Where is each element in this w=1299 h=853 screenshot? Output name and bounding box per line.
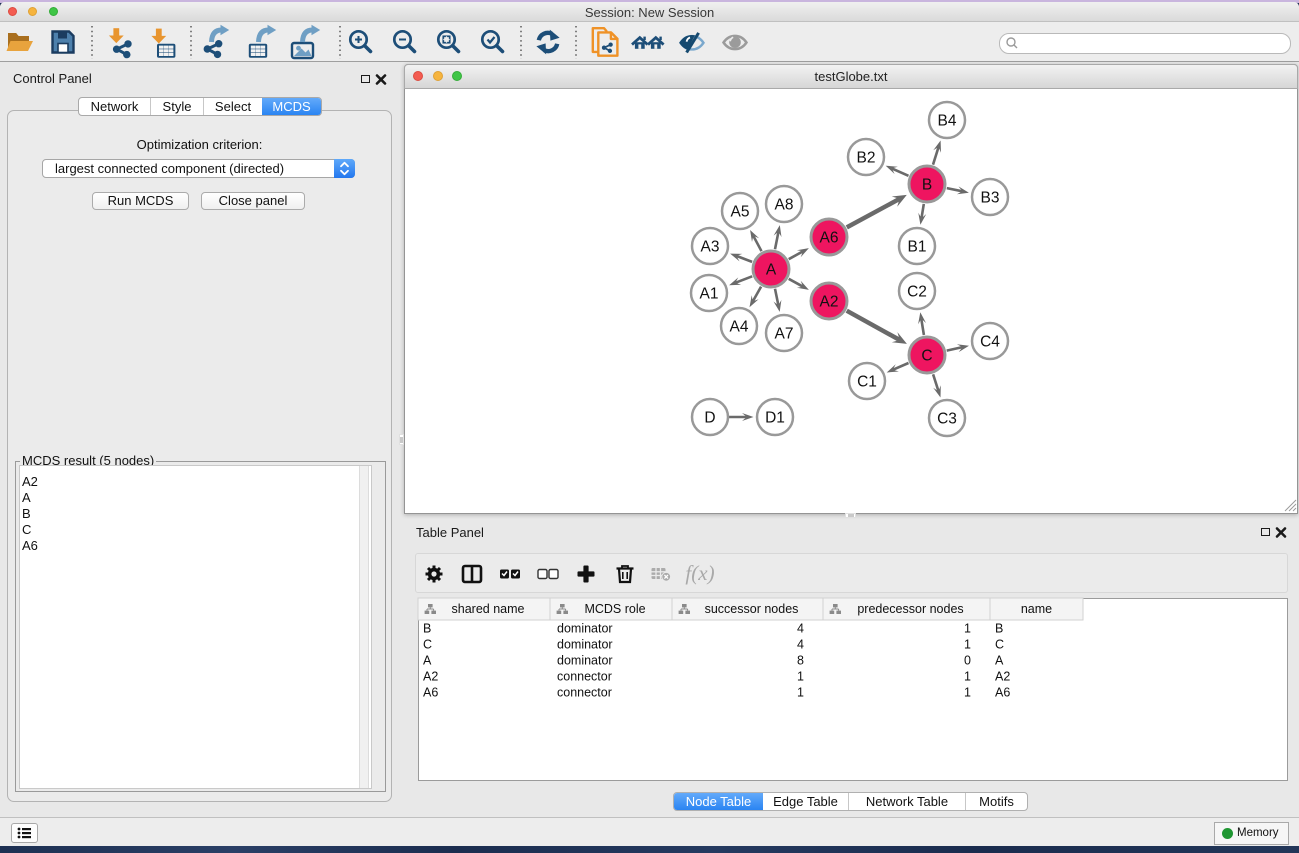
svg-text:B4: B4 [938, 113, 957, 130]
svg-text:C1: C1 [857, 374, 877, 391]
svg-text:A5: A5 [731, 204, 750, 221]
svg-text:B1: B1 [908, 239, 927, 256]
svg-text:A4: A4 [730, 319, 749, 336]
svg-text:A8: A8 [775, 197, 794, 214]
svg-text:C4: C4 [980, 334, 1000, 351]
svg-text:C3: C3 [937, 411, 957, 428]
svg-text:A2: A2 [820, 294, 839, 311]
svg-text:A6: A6 [820, 230, 839, 247]
svg-text:C2: C2 [907, 284, 927, 301]
svg-text:B: B [922, 177, 932, 194]
svg-text:C: C [921, 348, 932, 365]
svg-text:f(x): f(x) [685, 561, 714, 585]
svg-text:D1: D1 [765, 410, 785, 427]
svg-text:B2: B2 [857, 150, 876, 167]
svg-text:D: D [704, 410, 715, 427]
svg-text:A7: A7 [775, 326, 794, 343]
svg-text:A1: A1 [700, 286, 719, 303]
svg-text:B3: B3 [981, 190, 1000, 207]
svg-text:A: A [766, 262, 777, 279]
svg-text:A3: A3 [701, 239, 720, 256]
